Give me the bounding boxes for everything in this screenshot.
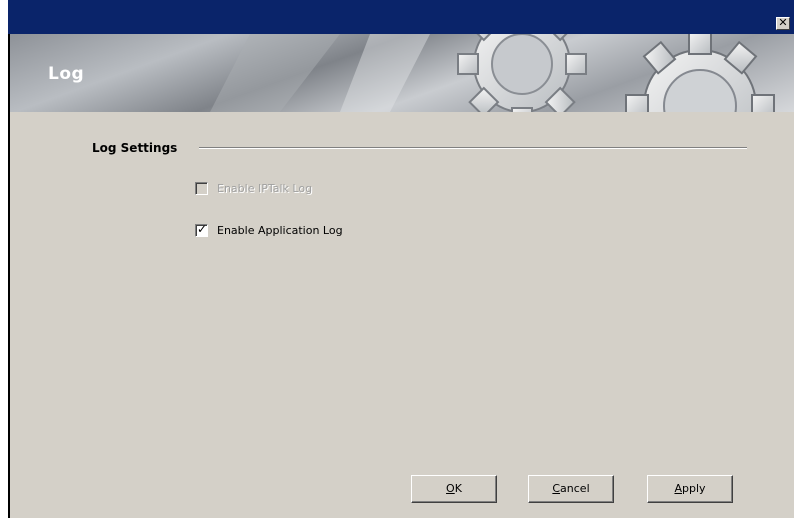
ok-button[interactable]: OK [411,475,497,503]
enable-application-log-option: ✓ Enable Application Log [195,222,343,238]
cancel-button[interactable]: Cancel [528,475,614,503]
log-settings-label: Log Settings [92,141,178,155]
gears-icon [210,34,775,112]
enable-application-log-label: Enable Application Log [217,223,343,237]
apply-button-label: pply [682,482,706,495]
enable-iptalk-log-option: Enable IPTalk Log [195,180,312,196]
checkmark-icon: ✓ [197,221,208,236]
enable-iptalk-log-checkbox[interactable] [195,181,208,195]
apply-button[interactable]: Apply [647,475,733,503]
close-button[interactable]: ✕ [776,17,790,30]
section-divider [199,147,747,149]
close-icon: ✕ [778,16,788,29]
header-banner: Log [10,34,794,112]
cancel-button-accel: C [552,482,561,495]
log-dialog-window: ✕ Log Log Settings Enable IPTalk Log ✓ E… [8,0,794,518]
enable-iptalk-log-label: Enable IPTalk Log [217,181,313,195]
ok-button-label: K [454,482,462,495]
apply-button-accel: A [674,482,682,495]
ok-button-accel: O [446,482,455,495]
cancel-button-label: ancel [560,482,590,495]
title-bar[interactable]: ✕ [8,0,794,34]
enable-application-log-checkbox[interactable]: ✓ [195,221,208,237]
banner-title: Log [48,64,85,84]
